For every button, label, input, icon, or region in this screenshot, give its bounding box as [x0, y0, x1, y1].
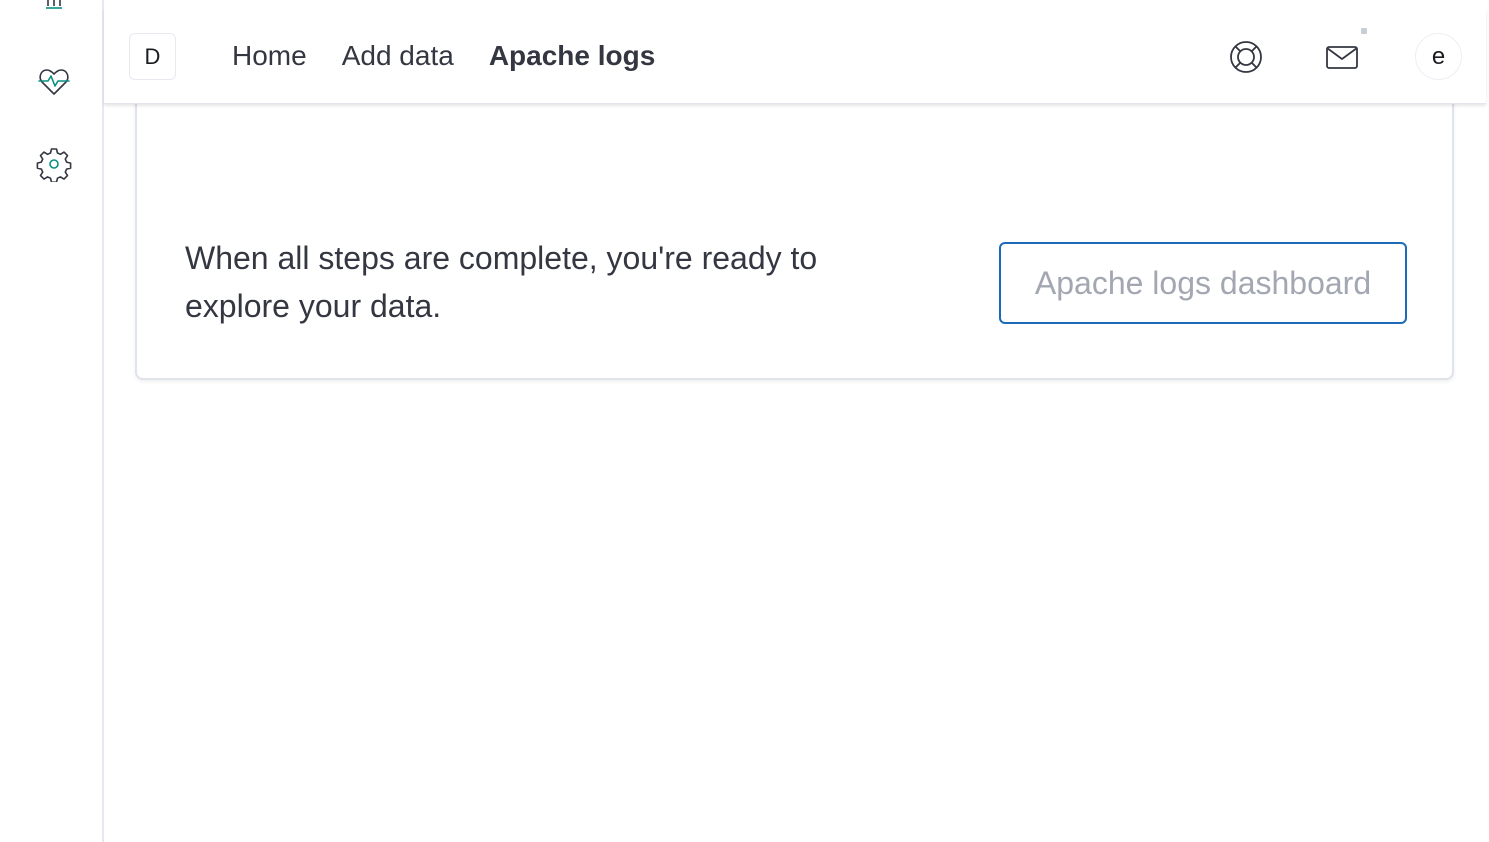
side-nav	[0, 0, 104, 842]
breadcrumb-home[interactable]: Home	[232, 40, 307, 72]
breadcrumb-apache-logs: Apache logs	[488, 40, 656, 71]
breadcrumb-add-data[interactable]: Add data	[342, 40, 454, 72]
breadcrumb: Home Add data Apache logs	[232, 36, 690, 76]
help-lifebuoy-icon	[1230, 41, 1262, 73]
completion-text: When all steps are complete, you're read…	[185, 240, 818, 324]
help-button[interactable]	[1227, 38, 1265, 76]
heartbeat-icon[interactable]	[36, 64, 72, 100]
user-avatar[interactable]: e	[1415, 33, 1462, 80]
news-button[interactable]	[1323, 38, 1361, 76]
observability-icon[interactable]	[36, 0, 72, 20]
app-root: D Home Add data Apache logs e When all s…	[0, 0, 1489, 842]
setup-complete-panel: When all steps are complete, you're read…	[135, 90, 1454, 380]
envelope-icon	[1326, 46, 1358, 69]
news-indicator	[1361, 28, 1367, 34]
apache-logs-dashboard-button[interactable]: Apache logs dashboard	[999, 242, 1407, 324]
gear-icon[interactable]	[36, 146, 72, 182]
space-avatar[interactable]: D	[129, 33, 176, 80]
top-header: D Home Add data Apache logs e	[104, 8, 1486, 104]
